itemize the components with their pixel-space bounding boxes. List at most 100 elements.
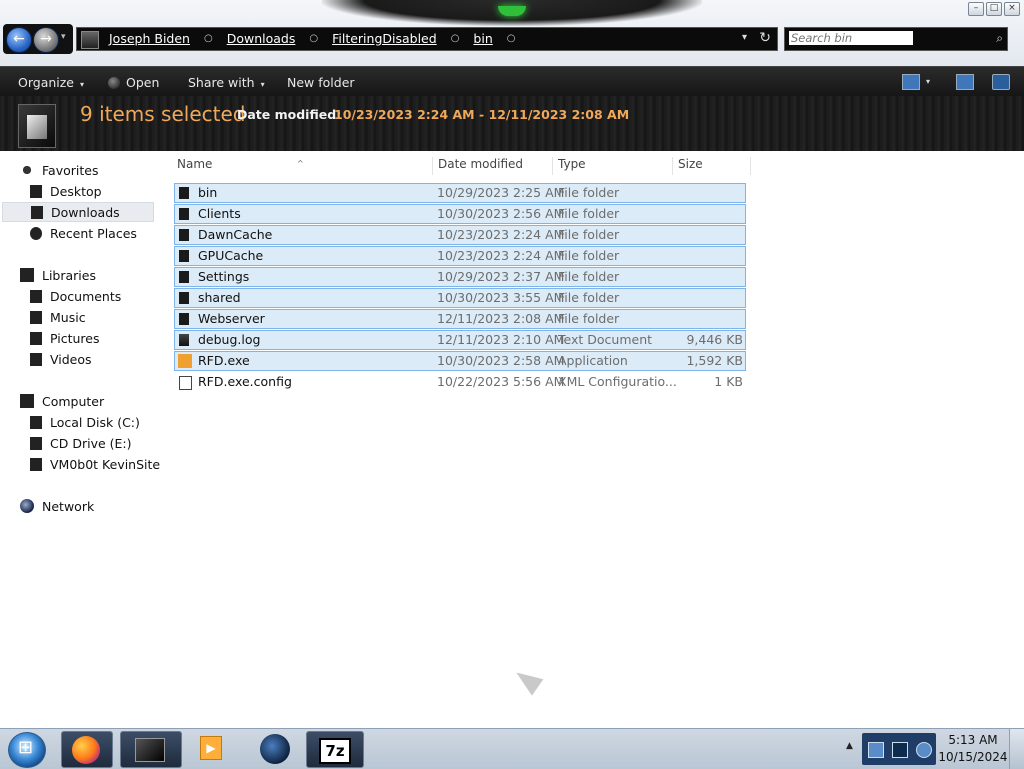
action-center-icon[interactable] bbox=[868, 742, 884, 758]
window-titlebar: – □ × ← → ▾ Joseph Biden ○ Downloads ○ F… bbox=[0, 0, 1024, 66]
nav-favorites[interactable]: Favorites bbox=[20, 161, 98, 181]
videos-icon bbox=[30, 353, 42, 366]
folder-icon bbox=[179, 229, 189, 241]
date-modified-label: Date modified: bbox=[237, 107, 342, 122]
forward-button[interactable]: → bbox=[33, 27, 59, 53]
network-status-icon[interactable] bbox=[892, 742, 908, 758]
nav-libraries[interactable]: Libraries bbox=[20, 266, 96, 286]
column-header-name[interactable]: Name ^ bbox=[165, 157, 433, 175]
breadcrumb-item-downloads[interactable]: Downloads bbox=[225, 31, 298, 46]
breadcrumb-separator-icon[interactable]: ○ bbox=[507, 33, 516, 44]
file-type: Text Document bbox=[558, 332, 653, 347]
file-row[interactable]: Settings 10/29/2023 2:37 AM File folder bbox=[174, 267, 746, 287]
breadcrumb-item-bin[interactable]: bin bbox=[471, 31, 494, 46]
change-view-icon[interactable] bbox=[902, 74, 920, 90]
nav-network[interactable]: Network bbox=[20, 497, 94, 517]
file-size: 1 KB bbox=[714, 374, 743, 389]
file-date-modified: 10/29/2023 2:25 AM bbox=[437, 185, 565, 200]
file-row[interactable]: debug.log 12/11/2023 2:10 AM Text Document… bbox=[174, 330, 746, 350]
nav-item-recent-places[interactable]: Recent Places bbox=[30, 224, 137, 244]
nav-item-desktop[interactable]: Desktop bbox=[30, 182, 102, 202]
downloads-icon bbox=[31, 206, 43, 219]
column-header-date-modified[interactable]: Date modified bbox=[433, 157, 553, 175]
new-folder-button[interactable]: New folder bbox=[287, 75, 355, 90]
file-row[interactable]: RFD.exe 10/30/2023 2:58 AM Application 1,59… bbox=[174, 351, 746, 371]
preview-pane-icon[interactable] bbox=[956, 74, 974, 90]
recent-pages-dropdown[interactable]: ▾ bbox=[61, 32, 66, 42]
refresh-icon[interactable]: ↻ bbox=[759, 30, 771, 46]
nav-label: Computer bbox=[42, 394, 105, 409]
show-hidden-icons-button[interactable]: ▲ bbox=[846, 741, 853, 751]
back-button[interactable]: ← bbox=[6, 27, 32, 53]
breadcrumb-item-user[interactable]: Joseph Biden bbox=[107, 31, 192, 46]
clock[interactable]: 5:13 AM 10/15/2024 bbox=[938, 732, 1008, 766]
clock-time: 5:13 AM bbox=[948, 733, 998, 747]
search-icon[interactable]: ⌕ bbox=[996, 31, 1003, 46]
file-type: Application bbox=[558, 353, 628, 368]
file-row[interactable]: RFD.exe.config 10/22/2023 5:56 AM XML Conf… bbox=[174, 372, 746, 392]
column-header-type[interactable]: Type bbox=[553, 157, 673, 175]
address-bar[interactable]: Joseph Biden ○ Downloads ○ FilteringDisa… bbox=[76, 27, 778, 51]
open-button[interactable]: Open bbox=[108, 75, 159, 90]
nav-item-network-drive[interactable]: VM0b0t KevinSite bbox=[30, 455, 160, 475]
close-button[interactable]: × bbox=[1004, 2, 1020, 16]
open-label: Open bbox=[126, 75, 160, 90]
breadcrumb-separator-icon[interactable]: ○ bbox=[451, 33, 460, 44]
column-header-size[interactable]: Size bbox=[673, 157, 751, 175]
nav-item-local-disk[interactable]: Local Disk (C:) bbox=[30, 413, 140, 433]
nav-item-music[interactable]: Music bbox=[30, 308, 86, 328]
file-row[interactable]: Webserver 12/11/2023 2:08 AM File folder bbox=[174, 309, 746, 329]
start-button[interactable] bbox=[8, 732, 46, 768]
organize-button[interactable]: Organize ▾ bbox=[18, 75, 84, 90]
help-icon[interactable] bbox=[992, 74, 1010, 90]
breadcrumb-separator-icon[interactable]: ○ bbox=[204, 33, 213, 44]
breadcrumb-item-filteringdisabled[interactable]: FilteringDisabled bbox=[330, 31, 439, 46]
file-type: File folder bbox=[558, 248, 620, 263]
media-player-taskbar-icon[interactable] bbox=[190, 731, 240, 766]
globe-taskbar-icon[interactable] bbox=[250, 731, 300, 766]
view-dropdown-icon[interactable]: ▾ bbox=[926, 77, 942, 91]
search-box[interactable]: ⌕ bbox=[784, 27, 1008, 51]
nav-label: Videos bbox=[50, 352, 92, 367]
nav-computer[interactable]: Computer bbox=[20, 392, 104, 412]
recent-places-icon bbox=[30, 227, 42, 240]
config-file-icon bbox=[179, 376, 192, 390]
breadcrumb-separator-icon[interactable]: ○ bbox=[309, 33, 318, 44]
volume-icon[interactable] bbox=[916, 742, 932, 758]
file-row[interactable]: DawnCache 10/23/2023 2:24 AM File folder bbox=[174, 225, 746, 245]
multiple-items-icon bbox=[18, 104, 56, 148]
folder-icon bbox=[179, 187, 189, 199]
file-row[interactable]: shared 10/30/2023 3:55 AM File folder bbox=[174, 288, 746, 308]
file-row[interactable]: Clients 10/30/2023 2:56 AM File folder bbox=[174, 204, 746, 224]
nav-label: Music bbox=[50, 310, 86, 325]
firefox-taskbar-icon[interactable] bbox=[61, 731, 113, 768]
nav-label: Desktop bbox=[50, 184, 102, 199]
file-row[interactable]: GPUCache 10/23/2023 2:24 AM File folder bbox=[174, 246, 746, 266]
nav-item-downloads[interactable]: Downloads bbox=[2, 202, 154, 222]
column-header-label: Name bbox=[177, 157, 213, 171]
address-dropdown-icon[interactable]: ▾ bbox=[742, 32, 747, 43]
file-name: RFD.exe bbox=[198, 353, 250, 368]
explorer-taskbar-icon[interactable] bbox=[120, 731, 182, 768]
nav-item-cd-drive[interactable]: CD Drive (E:) bbox=[30, 434, 132, 454]
7zip-taskbar-icon[interactable] bbox=[306, 731, 364, 768]
file-type: File folder bbox=[558, 269, 620, 284]
share-with-button[interactable]: Share with ▾ bbox=[188, 75, 265, 90]
file-type: File folder bbox=[558, 185, 620, 200]
nav-item-pictures[interactable]: Pictures bbox=[30, 329, 100, 349]
folder-icon bbox=[179, 271, 189, 283]
minimize-button[interactable]: – bbox=[968, 2, 984, 16]
nav-item-videos[interactable]: Videos bbox=[30, 350, 92, 370]
application-icon bbox=[178, 354, 192, 368]
file-row[interactable]: bin 10/29/2023 2:25 AM File folder bbox=[174, 183, 746, 203]
nav-item-documents[interactable]: Documents bbox=[30, 287, 121, 307]
show-desktop-button[interactable] bbox=[1009, 729, 1024, 769]
search-input[interactable] bbox=[789, 31, 913, 45]
file-date-modified: 12/11/2023 2:08 AM bbox=[437, 311, 565, 326]
file-date-modified: 12/11/2023 2:10 AM bbox=[437, 332, 565, 347]
nav-label: VM0b0t KevinSite bbox=[50, 457, 161, 472]
maximize-button[interactable]: □ bbox=[986, 2, 1002, 16]
file-date-modified: 10/30/2023 2:56 AM bbox=[437, 206, 565, 221]
clock-date: 10/15/2024 bbox=[938, 750, 1008, 764]
network-icon bbox=[20, 499, 34, 513]
